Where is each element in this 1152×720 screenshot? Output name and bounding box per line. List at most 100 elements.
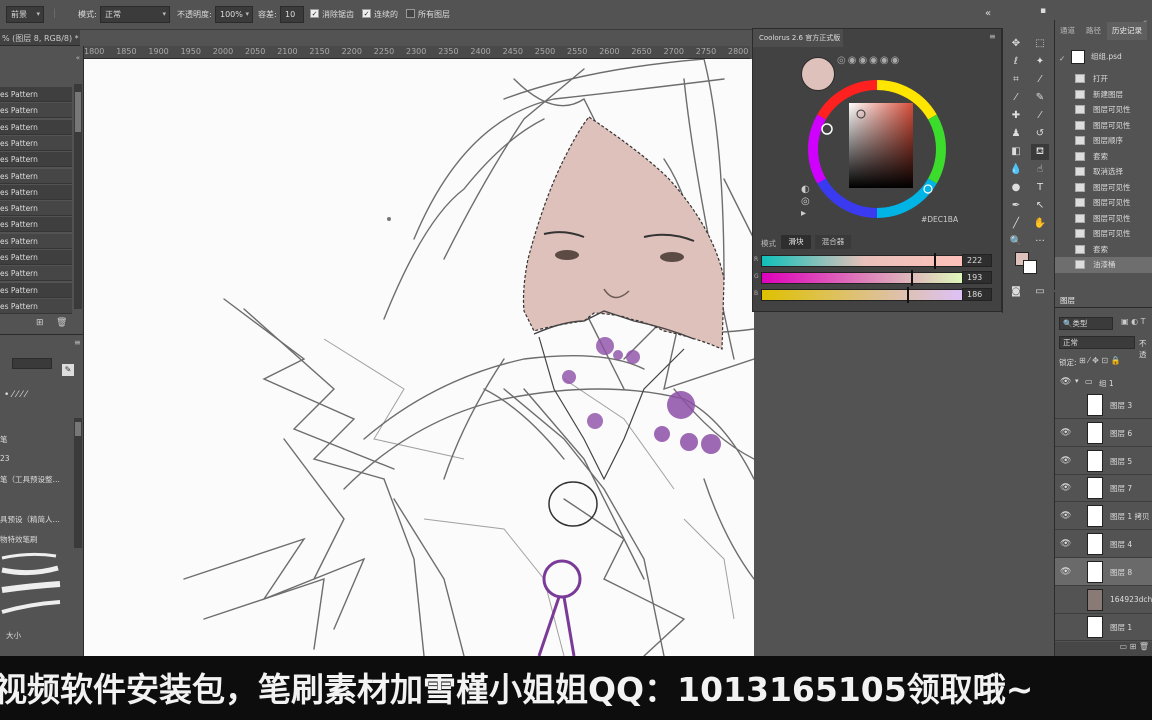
- tab-paths[interactable]: 路径: [1081, 22, 1106, 40]
- all-layers-checkbox[interactable]: [406, 9, 415, 18]
- collapse-arrows-icon[interactable]: «: [0, 54, 84, 62]
- quick-mask-icon[interactable]: ◙: [1007, 284, 1025, 300]
- panel-menu-icon[interactable]: ≡: [989, 32, 996, 41]
- screen-mode-icon[interactable]: ▭: [1031, 284, 1049, 300]
- brush-preset-item[interactable]: 物特效笔刷: [0, 534, 72, 545]
- red-value-field[interactable]: 222: [962, 254, 992, 267]
- new-pattern-icon[interactable]: ⊞: [36, 318, 44, 328]
- panel-menu-icon[interactable]: ▪: [1040, 6, 1046, 16]
- eye-icon[interactable]: 👁: [1060, 377, 1071, 387]
- eye-icon[interactable]: 👁: [1060, 428, 1071, 438]
- eyedropper-icon[interactable]: ⁄: [1031, 72, 1049, 88]
- pattern-item[interactable]: es Pattern: [0, 233, 72, 249]
- brush-preset-item[interactable]: 具预设（精简人…: [0, 514, 72, 525]
- history-item[interactable]: 套索: [1055, 149, 1152, 165]
- pattern-item[interactable]: es Pattern: [0, 168, 72, 184]
- tab-layers[interactable]: 图层: [1060, 295, 1075, 306]
- brush-size-field[interactable]: [12, 358, 52, 369]
- history-item[interactable]: 图层可见性: [1055, 118, 1152, 134]
- pattern-item[interactable]: es Pattern: [0, 250, 72, 265]
- paint-bucket-icon[interactable]: ⛾: [1031, 144, 1049, 160]
- type-tool-icon[interactable]: T: [1031, 180, 1049, 196]
- brush-tool-icon[interactable]: ⁄: [1007, 90, 1025, 106]
- history-item[interactable]: 图层可见性: [1055, 195, 1152, 211]
- pattern-item[interactable]: es Pattern: [0, 103, 72, 119]
- pattern-item[interactable]: es Pattern: [0, 87, 72, 102]
- pattern-item[interactable]: es Pattern: [0, 266, 72, 282]
- layer-actions-bar[interactable]: ▭ ⊞ 🗑: [1055, 642, 1152, 656]
- eye-icon[interactable]: 👁: [1060, 456, 1071, 466]
- layer-row[interactable]: 图层 3: [1055, 391, 1152, 419]
- zoom-tool-icon[interactable]: 🔍: [1007, 234, 1025, 250]
- more-tools-icon[interactable]: ···: [1031, 234, 1049, 250]
- eraser-tool-icon[interactable]: ◧: [1007, 144, 1025, 160]
- crop-tool-icon[interactable]: ⌗: [1007, 72, 1025, 88]
- document-tab[interactable]: % (图层 8, RGB/8) *: [0, 30, 80, 46]
- layer-row[interactable]: 👁 图层 7: [1055, 474, 1152, 503]
- layer-row[interactable]: 👁 图层 1 拷贝: [1055, 502, 1152, 531]
- path-select-icon[interactable]: ↖: [1031, 198, 1049, 214]
- marquee-tool-icon[interactable]: ⬚: [1031, 36, 1049, 52]
- lock-icons[interactable]: ⊞ ⁄ ✥ ⊡ 🔒: [1079, 356, 1121, 365]
- history-snapshot[interactable]: ✓ 组组.psd: [1055, 47, 1152, 69]
- tab-channels[interactable]: 通道: [1055, 22, 1080, 40]
- blue-slider[interactable]: [761, 289, 969, 301]
- brush-preset-item[interactable]: 笔（工具预设整…: [0, 474, 72, 485]
- line-tool-icon[interactable]: ╱: [1007, 216, 1025, 232]
- layer-kind-filter[interactable]: 🔍类型: [1059, 317, 1113, 330]
- green-slider-handle[interactable]: [911, 270, 913, 286]
- blur-tool-icon[interactable]: 💧: [1007, 162, 1025, 178]
- rotate-view-icon[interactable]: ✋: [1031, 216, 1049, 232]
- history-item[interactable]: 取消选择: [1055, 164, 1152, 180]
- panel-menu-icon[interactable]: ≡: [74, 338, 81, 347]
- brush-tip-row[interactable]: • ⁄ ⁄ ⁄ ⁄: [0, 388, 84, 406]
- history-brush-icon[interactable]: ↺: [1031, 126, 1049, 142]
- fill-source-select[interactable]: 前景 ▾: [6, 6, 44, 23]
- history-item[interactable]: 图层可见性: [1055, 211, 1152, 227]
- blend-mode-select[interactable]: 正常: [1059, 336, 1135, 349]
- layer-row[interactable]: 图层 1: [1055, 613, 1152, 642]
- layer-row[interactable]: 164923dchho: [1055, 586, 1152, 614]
- pattern-item[interactable]: es Pattern: [0, 201, 72, 217]
- pattern-item[interactable]: es Pattern: [0, 119, 72, 135]
- green-slider[interactable]: [761, 272, 969, 284]
- brush-scrollbar[interactable]: [74, 418, 82, 548]
- eye-icon[interactable]: 👁: [1060, 567, 1071, 577]
- color-wheel[interactable]: [793, 69, 953, 219]
- brush-preset-item[interactable]: 笔: [0, 434, 72, 445]
- layer-group-row[interactable]: 👁 ▾ ▭ 组 1: [1055, 374, 1152, 390]
- pattern-item[interactable]: es Pattern: [0, 135, 72, 151]
- eye-icon[interactable]: 👁: [1060, 511, 1071, 521]
- history-item[interactable]: 套索: [1055, 242, 1152, 258]
- antialias-checkbox[interactable]: ✓: [310, 9, 319, 18]
- eye-icon[interactable]: 👁: [1060, 483, 1071, 493]
- pencil-tool-icon[interactable]: ✎: [1031, 90, 1049, 106]
- tab-mixer[interactable]: 混合器: [815, 235, 851, 249]
- hex-value[interactable]: #DEC1BA: [921, 215, 958, 224]
- mode-select[interactable]: 正常 ▾: [100, 6, 170, 23]
- history-item[interactable]: 油漆桶: [1055, 257, 1152, 273]
- chevron-down-icon[interactable]: ▾: [1075, 377, 1079, 385]
- tab-history[interactable]: 历史记录: [1107, 22, 1147, 40]
- tolerance-field[interactable]: 10: [280, 6, 304, 23]
- trash-icon[interactable]: 🗑: [56, 318, 67, 328]
- healing-tool-icon[interactable]: ✚: [1007, 108, 1025, 124]
- history-item[interactable]: 图层可见性: [1055, 180, 1152, 196]
- pattern-item[interactable]: es Pattern: [0, 152, 72, 168]
- history-item[interactable]: 图层顺序: [1055, 133, 1152, 149]
- history-item[interactable]: 图层可见性: [1055, 226, 1152, 242]
- layer-row[interactable]: 👁 图层 5: [1055, 447, 1152, 475]
- swap-colors-icon[interactable]: ◐ ◎ ▸: [801, 184, 810, 220]
- contiguous-checkbox[interactable]: ✓: [362, 9, 371, 18]
- tab-sliders[interactable]: 滑块: [781, 235, 811, 249]
- layer-row[interactable]: 👁 图层 6: [1055, 419, 1152, 447]
- brush-preset-item[interactable]: 23: [0, 454, 72, 463]
- layer-row[interactable]: 👁 图层 8: [1055, 557, 1152, 586]
- eye-icon[interactable]: 👁: [1060, 539, 1071, 549]
- pattern-item[interactable]: es Pattern: [0, 184, 72, 200]
- history-item[interactable]: 打开: [1055, 71, 1152, 87]
- red-slider-handle[interactable]: [934, 253, 936, 269]
- blue-slider-handle[interactable]: [907, 287, 909, 303]
- red-slider[interactable]: [761, 255, 969, 267]
- drawing-canvas[interactable]: [84, 59, 754, 656]
